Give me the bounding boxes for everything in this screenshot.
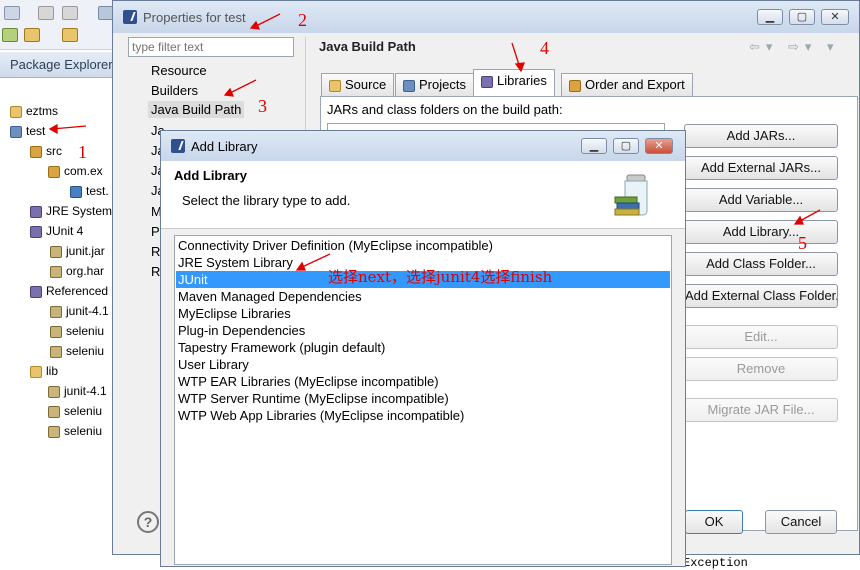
annotation-4: 4 bbox=[540, 38, 549, 58]
annotation-2: 2 bbox=[298, 10, 307, 30]
annotation-3: 3 bbox=[258, 96, 267, 116]
annotation-5: 5 bbox=[798, 233, 807, 253]
annotation-1: 1 bbox=[78, 142, 87, 162]
annotation-instruction: 选择next，选择junit4选择finish bbox=[328, 268, 553, 286]
